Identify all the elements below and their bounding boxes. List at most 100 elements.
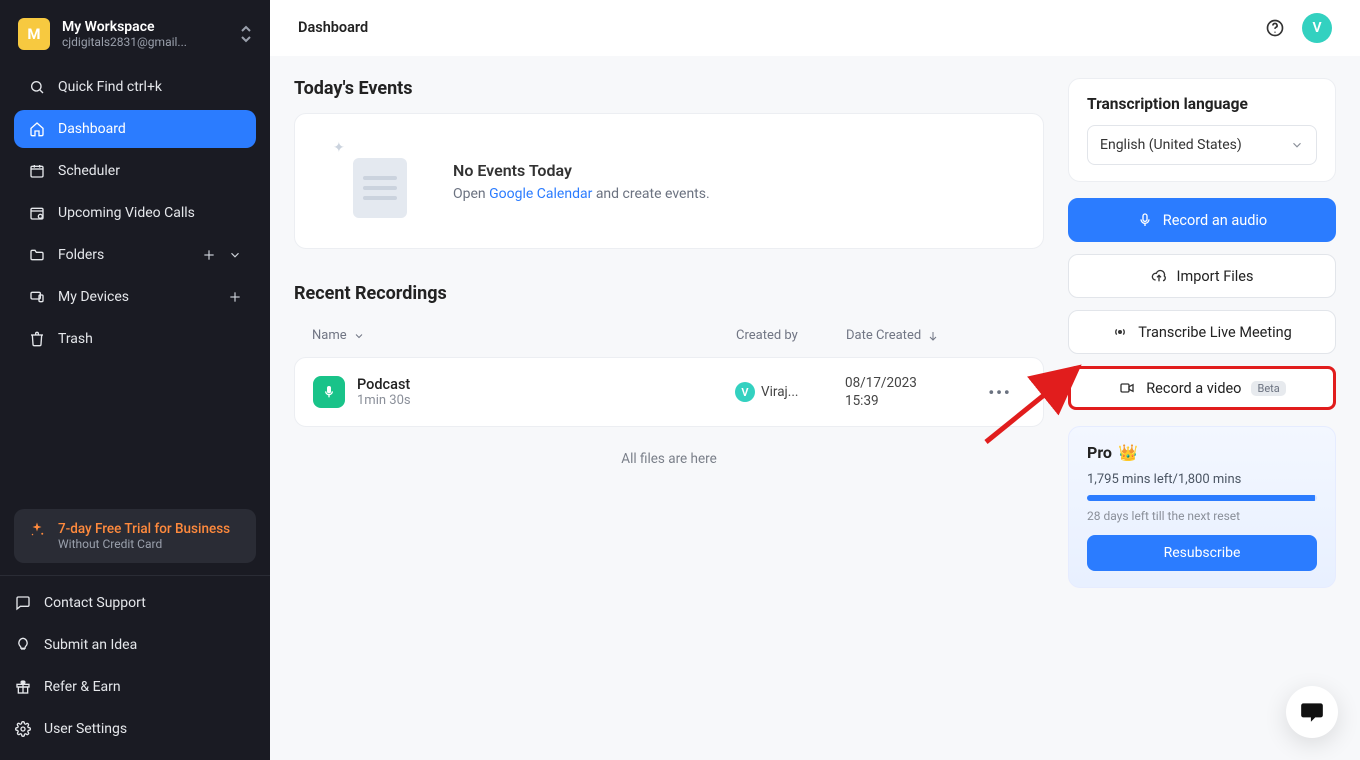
button-label: Record an audio xyxy=(1163,212,1267,229)
workspace-switcher[interactable]: M My Workspace cjdigitals2831@gmail... xyxy=(0,0,270,56)
upload-cloud-icon xyxy=(1151,268,1167,284)
calendar-icon xyxy=(28,162,46,180)
record-video-button[interactable]: Record a video Beta xyxy=(1068,366,1336,410)
table-row[interactable]: Podcast 1min 30s V Viraj... 08/17/2023 1… xyxy=(294,357,1044,427)
sidebar-item-label: Refer & Earn xyxy=(44,679,121,695)
events-illustration: ✦ xyxy=(319,136,429,226)
sidebar-item-dashboard[interactable]: Dashboard xyxy=(14,110,256,148)
import-files-button[interactable]: Import Files xyxy=(1068,254,1336,298)
sparkle-icon xyxy=(28,521,46,539)
page-title: Dashboard xyxy=(298,19,368,36)
add-folder-button[interactable] xyxy=(202,248,216,262)
bulb-icon xyxy=(14,636,32,654)
devices-icon xyxy=(28,288,46,306)
button-label: Record a video xyxy=(1146,380,1241,397)
col-date-created[interactable]: Date Created xyxy=(846,328,976,343)
google-calendar-link[interactable]: Google Calendar xyxy=(489,186,592,202)
free-trial-card[interactable]: 7-day Free Trial for Business Without Cr… xyxy=(14,509,256,563)
home-icon xyxy=(28,120,46,138)
quick-find-label: Quick Find ctrl+k xyxy=(58,79,162,95)
plan-card: Pro 👑 1,795 mins left/1,800 mins 28 days… xyxy=(1068,426,1336,588)
plan-progress xyxy=(1087,495,1317,501)
workspace-logo: M xyxy=(18,18,50,50)
list-end-label: All files are here xyxy=(294,451,1044,467)
sidebar-item-label: Dashboard xyxy=(58,121,126,137)
panel-title: Transcription language xyxy=(1087,95,1317,113)
col-name[interactable]: Name xyxy=(312,328,736,343)
plan-note: 28 days left till the next reset xyxy=(1087,509,1317,523)
sidebar-item-upcoming-calls[interactable]: Upcoming Video Calls xyxy=(14,194,256,232)
section-todays-events: Today's Events xyxy=(294,78,1044,99)
sidebar-item-label: Upcoming Video Calls xyxy=(58,205,195,221)
file-name: Podcast xyxy=(357,376,411,393)
sidebar-item-user-settings[interactable]: User Settings xyxy=(0,710,270,748)
workspace-email: cjdigitals2831@gmail... xyxy=(62,35,187,49)
table-header: Name Created by Date Created xyxy=(294,318,1044,353)
chevron-down-icon[interactable] xyxy=(228,248,242,262)
chat-fab[interactable] xyxy=(1286,686,1338,738)
mic-icon xyxy=(1137,212,1153,228)
quick-find[interactable]: Quick Find ctrl+k xyxy=(14,68,256,106)
add-device-button[interactable] xyxy=(228,290,242,304)
file-duration: 1min 30s xyxy=(357,393,411,408)
broadcast-icon xyxy=(1112,324,1128,340)
trash-icon xyxy=(28,330,46,348)
transcribe-live-button[interactable]: Transcribe Live Meeting xyxy=(1068,310,1336,354)
file-date: 08/17/2023 xyxy=(845,374,975,392)
search-icon xyxy=(28,78,46,96)
file-type-icon xyxy=(313,376,345,408)
events-empty-card: ✦ No Events Today Open Google Calendar a… xyxy=(294,113,1044,249)
recordings-table: Name Created by Date Created xyxy=(294,318,1044,427)
chat-icon xyxy=(14,594,32,612)
chevron-updown-icon[interactable] xyxy=(240,25,252,43)
sidebar-item-submit-idea[interactable]: Submit an Idea xyxy=(0,626,270,664)
chevron-down-icon xyxy=(1290,138,1304,152)
help-button[interactable] xyxy=(1262,15,1288,41)
sidebar-item-trash[interactable]: Trash xyxy=(14,320,256,358)
col-name-label: Name xyxy=(312,328,347,343)
sidebar-item-contact-support[interactable]: Contact Support xyxy=(0,584,270,622)
col-created-by[interactable]: Created by xyxy=(736,328,846,343)
creator-avatar: V xyxy=(735,382,755,402)
user-avatar[interactable]: V xyxy=(1302,13,1332,43)
beta-badge: Beta xyxy=(1251,381,1285,396)
main: Dashboard V Today's Events ✦ No Events T… xyxy=(270,0,1360,760)
sidebar-item-label: Contact Support xyxy=(44,595,146,611)
language-select[interactable]: English (United States) xyxy=(1087,125,1317,165)
record-audio-button[interactable]: Record an audio xyxy=(1068,198,1336,242)
language-value: English (United States) xyxy=(1100,137,1242,153)
trial-subtitle: Without Credit Card xyxy=(58,537,230,551)
topbar: Dashboard V xyxy=(270,0,1360,56)
col-date-label: Date Created xyxy=(846,328,921,343)
sidebar-item-label: User Settings xyxy=(44,721,127,737)
resubscribe-button[interactable]: Resubscribe xyxy=(1087,535,1317,571)
sidebar-item-refer-earn[interactable]: Refer & Earn xyxy=(0,668,270,706)
plan-name: Pro xyxy=(1087,443,1112,462)
chevron-down-icon xyxy=(353,330,365,342)
sidebar-item-label: Folders xyxy=(58,247,104,263)
sidebar-item-folders[interactable]: Folders xyxy=(14,236,256,274)
button-label: Transcribe Live Meeting xyxy=(1138,324,1292,341)
video-icon xyxy=(1118,380,1136,396)
sidebar-item-label: Scheduler xyxy=(58,163,120,179)
plan-usage: 1,795 mins left/1,800 mins xyxy=(1087,472,1317,487)
sidebar-item-label: My Devices xyxy=(58,289,129,305)
sidebar: M My Workspace cjdigitals2831@gmail... Q… xyxy=(0,0,270,760)
sidebar-item-my-devices[interactable]: My Devices xyxy=(14,278,256,316)
gift-icon xyxy=(14,678,32,696)
row-more-button[interactable]: ••• xyxy=(975,383,1025,402)
events-open-text: Open xyxy=(453,186,489,202)
sidebar-item-scheduler[interactable]: Scheduler xyxy=(14,152,256,190)
file-time: 15:39 xyxy=(845,392,975,410)
crown-icon: 👑 xyxy=(1118,443,1138,462)
workspace-name: My Workspace xyxy=(62,19,187,35)
sidebar-item-label: Trash xyxy=(58,331,93,347)
events-suffix-text: and create events. xyxy=(592,186,709,202)
chat-bubble-icon xyxy=(1299,699,1325,725)
events-empty-title: No Events Today xyxy=(453,161,710,180)
folder-icon xyxy=(28,246,46,264)
sidebar-item-label: Submit an Idea xyxy=(44,637,137,653)
section-recent-recordings: Recent Recordings xyxy=(294,283,1044,304)
gear-icon xyxy=(14,720,32,738)
transcription-language-panel: Transcription language English (United S… xyxy=(1068,78,1336,182)
